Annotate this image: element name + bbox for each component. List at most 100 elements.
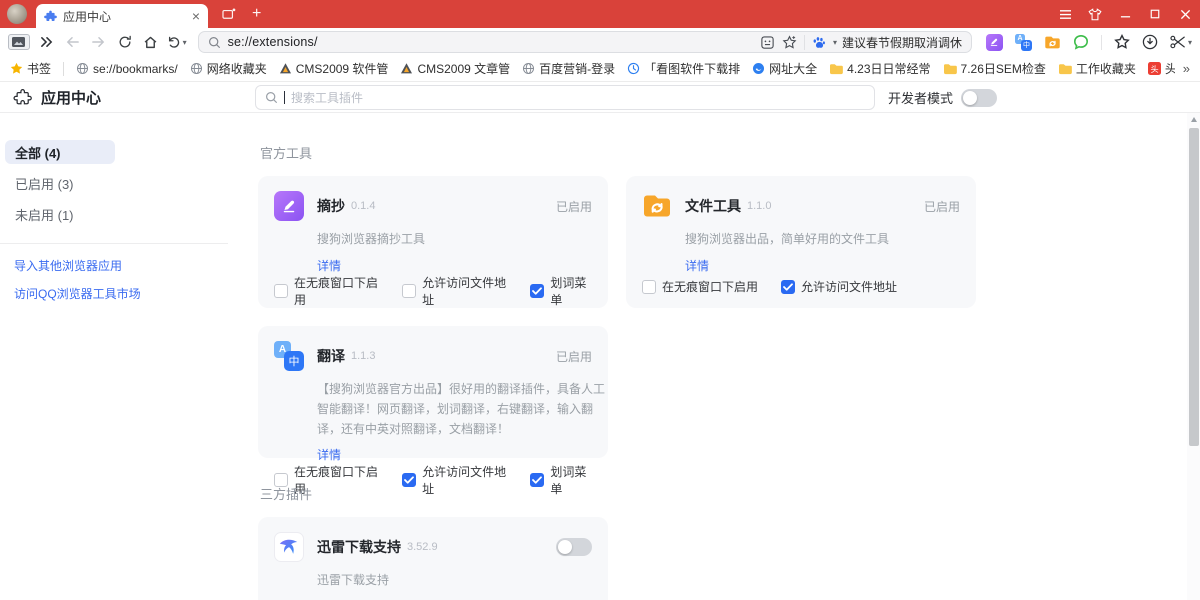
baidu-paw-icon — [812, 36, 826, 49]
reload-icon[interactable] — [114, 31, 136, 53]
checkbox-icon[interactable] — [530, 473, 544, 487]
scrollbar-up-icon[interactable] — [1187, 113, 1200, 126]
titlebar: 应用中心 × + — [0, 0, 1200, 28]
hot-search-text[interactable]: 建议春节假期取消调休 — [842, 34, 962, 51]
detail-link[interactable]: 详情 — [685, 257, 960, 274]
back-icon[interactable] — [62, 31, 84, 53]
recently-closed-icon[interactable]: ▾ — [166, 31, 188, 53]
checkbox-icon[interactable] — [402, 473, 416, 487]
bookmark-item[interactable]: 「看图软件下载排 — [627, 60, 740, 77]
status-badge: 已启用 — [924, 198, 960, 215]
bookmark-item[interactable]: 网址大全 — [752, 60, 817, 77]
scrollbar[interactable] — [1187, 113, 1200, 600]
bookmark-item[interactable]: 网络收藏夹 — [190, 60, 267, 77]
divider — [804, 35, 805, 50]
sidebar-filter-2[interactable]: 未启用 (1) — [5, 202, 115, 226]
bookmark-item[interactable]: CMS2009 文章管 — [400, 60, 510, 77]
option-checkbox[interactable]: 允许访问文件地址 — [402, 274, 507, 308]
window-controls — [1050, 0, 1200, 28]
page-header: 应用中心 搜索工具插件 开发者模式 — [0, 82, 1200, 113]
extension-card: A中翻译1.1.3已启用【搜狗浏览器官方出品】很好用的翻译插件，具备人工智能翻译… — [258, 326, 608, 458]
card-grid: 摘抄0.1.4已启用搜狗浏览器摘抄工具详情在无痕窗口下启用允许访问文件地址划词菜… — [258, 176, 998, 458]
checkbox-icon[interactable] — [642, 280, 656, 294]
detail-link[interactable]: 详情 — [317, 257, 592, 274]
checkbox-icon[interactable] — [274, 284, 288, 298]
option-checkbox[interactable]: 划词菜单 — [530, 274, 592, 308]
file-folder-icon[interactable] — [1044, 35, 1061, 50]
extension-version: 1.1.3 — [351, 350, 375, 362]
translate-icon[interactable]: A 中 — [1015, 34, 1032, 51]
download-icon[interactable] — [1142, 34, 1158, 50]
cms-icon — [400, 62, 413, 75]
minimize-icon[interactable] — [1110, 0, 1140, 28]
url-text[interactable]: se://extensions/ — [228, 35, 753, 49]
extension-strip: A 中 ▾ — [986, 34, 1192, 51]
scrollbar-thumb[interactable] — [1189, 128, 1199, 446]
option-checkbox[interactable]: 允许访问文件地址 — [781, 278, 897, 295]
user-avatar[interactable] — [7, 4, 27, 24]
section-title: 官方工具 — [260, 143, 1200, 162]
developer-mode-toggle[interactable] — [961, 89, 997, 107]
search-input[interactable]: 搜索工具插件 — [255, 85, 875, 110]
address-bar[interactable]: se://extensions/ ▾ 建议春节假期取消调休 — [198, 31, 972, 53]
favorites-star-icon[interactable] — [1114, 34, 1130, 50]
skin-icon[interactable] — [1080, 0, 1110, 28]
sidebar-filter-1[interactable]: 已启用 (3) — [5, 171, 115, 195]
extension-name: 文件工具 — [685, 196, 741, 216]
bookmark-item[interactable]: 工作收藏夹 — [1058, 60, 1136, 77]
option-row: 在无痕窗口下启用允许访问文件地址划词菜单 — [274, 463, 592, 497]
checkbox-icon[interactable] — [781, 280, 795, 294]
bookmark-star-icon[interactable] — [782, 35, 797, 50]
detail-link[interactable]: 详情 — [317, 446, 592, 463]
screenshot-scissors-icon[interactable]: ▾ — [1170, 35, 1192, 49]
star-yellow-icon — [10, 62, 23, 75]
tab-title: 应用中心 — [63, 8, 186, 25]
text-cursor — [284, 91, 285, 104]
maximize-icon[interactable] — [1140, 0, 1170, 28]
checkbox-icon[interactable] — [402, 284, 416, 298]
excerpt-pen-icon[interactable] — [986, 34, 1003, 51]
extension-card: 迅雷下载支持3.52.9迅雷下载支持详情 — [258, 517, 608, 600]
extension-description: 迅雷下载支持 — [317, 571, 615, 591]
svg-text:头: 头 — [1150, 64, 1158, 74]
side-panel-icon[interactable] — [8, 31, 32, 53]
new-tab-button[interactable]: + — [252, 5, 261, 23]
option-checkbox[interactable]: 允许访问文件地址 — [402, 463, 507, 497]
excerpt-app-icon — [274, 191, 304, 221]
sidebar-link-0[interactable]: 导入其他浏览器应用 — [14, 257, 240, 274]
sidebar-link-1[interactable]: 访问QQ浏览器工具市场 — [14, 285, 240, 302]
green-bubble-icon[interactable] — [1073, 34, 1089, 50]
folder-icon — [1058, 63, 1072, 75]
tab-preview-icon[interactable] — [222, 8, 236, 20]
menu-icon[interactable] — [1050, 0, 1080, 28]
forward-icon[interactable] — [88, 31, 110, 53]
chevron-down-icon: ▾ — [1188, 38, 1192, 47]
expand-toolbar-icon[interactable] — [36, 31, 58, 53]
close-icon[interactable] — [1170, 0, 1200, 28]
extension-enable-toggle[interactable] — [556, 538, 592, 556]
sidebar-filter-0[interactable]: 全部 (4) — [5, 140, 115, 164]
bookmark-item[interactable]: 4.23日日常经常 — [829, 60, 930, 77]
tab-close-icon[interactable]: × — [192, 9, 200, 23]
translate-app-icon: A中 — [274, 341, 304, 371]
bookmarks-overflow-icon[interactable]: » — [1175, 56, 1200, 81]
divider — [63, 62, 64, 76]
developer-mode: 开发者模式 — [888, 82, 997, 113]
hot-search[interactable]: ▾ 建议春节假期取消调休 — [812, 34, 962, 51]
sidebar: 全部 (4) 已启用 (3) 未启用 (1) 导入其他浏览器应用访问QQ浏览器工具市场 — [0, 113, 240, 600]
reader-mode-icon[interactable] — [760, 35, 775, 50]
option-checkbox[interactable]: 在无痕窗口下启用 — [642, 278, 758, 295]
globe-icon — [76, 62, 89, 75]
bookmark-item[interactable]: 书签 — [10, 60, 51, 77]
bookmark-item[interactable]: 7.26日SEM检查 — [943, 60, 1046, 77]
checkbox-icon[interactable] — [530, 284, 544, 298]
extension-description: 搜狗浏览器出品，简单好用的文件工具 — [685, 230, 983, 250]
tab-app-center[interactable]: 应用中心 × — [36, 4, 208, 28]
developer-mode-label: 开发者模式 — [888, 88, 953, 107]
home-icon[interactable] — [140, 31, 162, 53]
bookmark-item[interactable]: se://bookmarks/ — [76, 62, 178, 76]
bookmark-item[interactable]: CMS2009 软件管 — [279, 60, 389, 77]
bookmark-item[interactable]: 百度营销-登录 — [522, 60, 615, 77]
option-checkbox[interactable]: 在无痕窗口下启用 — [274, 274, 379, 308]
option-checkbox[interactable]: 划词菜单 — [530, 463, 592, 497]
